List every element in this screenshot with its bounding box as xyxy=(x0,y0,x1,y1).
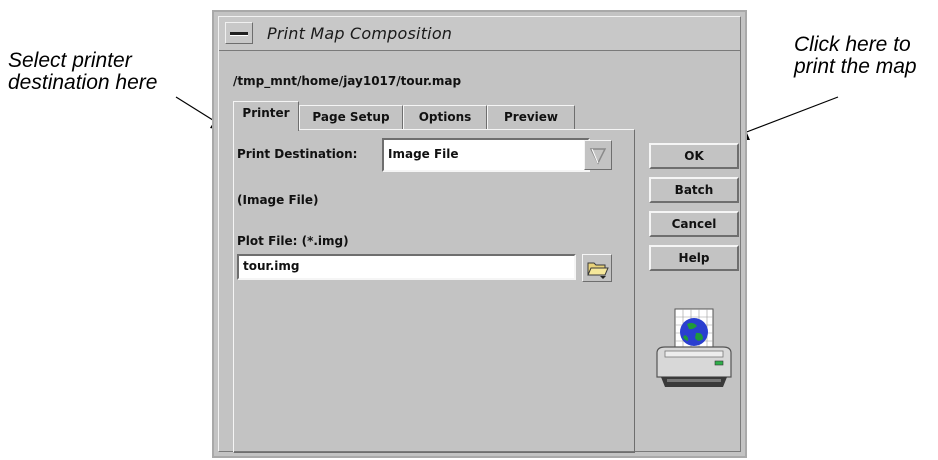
window-title: Print Map Composition xyxy=(267,24,453,43)
dialog-frame: Print Map Composition /tmp_mnt/home/jay1… xyxy=(218,16,741,453)
tab-page-setup[interactable]: Page Setup xyxy=(299,105,403,129)
window-menu-button[interactable] xyxy=(225,22,253,44)
ok-button[interactable]: OK xyxy=(649,143,739,169)
window-menu-icon xyxy=(230,32,248,36)
destination-type-label: (Image File) xyxy=(237,193,319,207)
browse-file-button[interactable] xyxy=(582,254,612,282)
printer-tab-panel: Print Destination: Image File (Image Fil… xyxy=(233,129,635,453)
cancel-button[interactable]: Cancel xyxy=(649,211,739,237)
folder-icon xyxy=(587,262,609,279)
print-destination-dropdown-button[interactable] xyxy=(584,140,612,170)
triangle-down-icon xyxy=(589,148,607,165)
batch-button[interactable]: Batch xyxy=(649,177,739,203)
plot-file-input[interactable]: tour.img xyxy=(237,254,576,280)
printer-icon xyxy=(656,308,732,387)
plot-file-label: Plot File: (*.img) xyxy=(237,234,349,248)
tab-options[interactable]: Options xyxy=(403,105,487,129)
tab-preview[interactable]: Preview xyxy=(487,105,575,129)
map-file-path: /tmp_mnt/home/jay1017/tour.map xyxy=(233,74,462,88)
title-bar[interactable]: Print Map Composition xyxy=(219,17,740,51)
help-button[interactable]: Help xyxy=(649,245,739,271)
tab-printer[interactable]: Printer xyxy=(233,101,299,131)
print-destination-select[interactable]: Image File xyxy=(382,138,590,172)
print-map-dialog: Print Map Composition /tmp_mnt/home/jay1… xyxy=(212,10,747,458)
print-destination-label: Print Destination: xyxy=(237,147,358,161)
